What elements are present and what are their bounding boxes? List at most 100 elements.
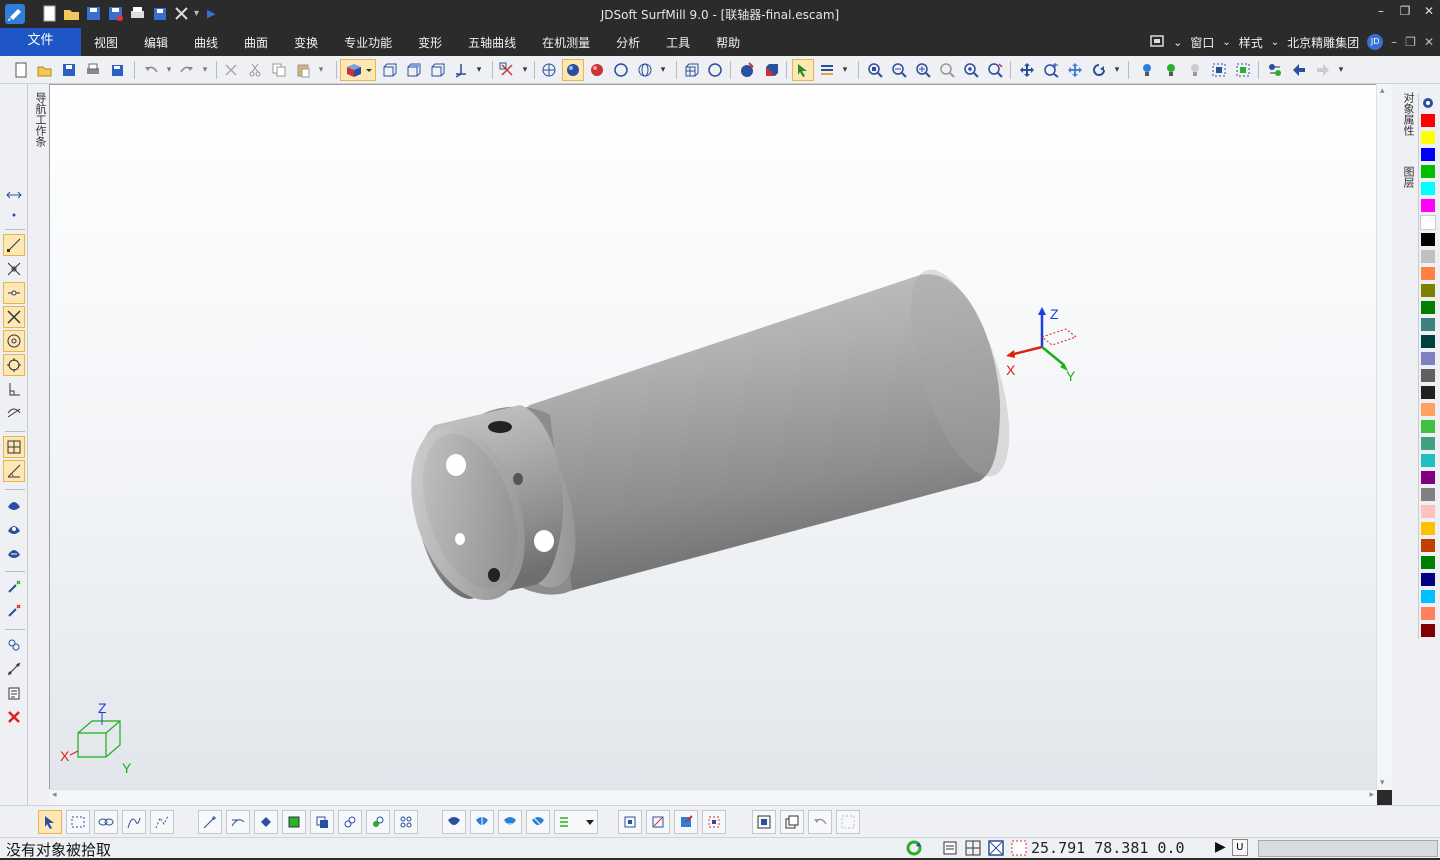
edit-tool-1-icon[interactable] — [198, 810, 222, 834]
view-top-icon[interactable] — [402, 59, 424, 81]
coordinate-system-icon[interactable] — [496, 59, 518, 81]
zoom-dynamic-icon[interactable] — [1040, 59, 1062, 81]
circle-outline-icon[interactable] — [704, 59, 726, 81]
color-swatch[interactable] — [1421, 420, 1435, 433]
menu-view[interactable]: 视图 — [81, 28, 131, 56]
zoom-in-icon[interactable] — [912, 59, 934, 81]
layer-status-icon[interactable] — [941, 839, 959, 857]
pick-add-icon[interactable] — [3, 576, 25, 598]
surface-tool-1-icon[interactable] — [3, 494, 25, 516]
snap-toggle-icon[interactable] — [3, 184, 25, 206]
play-icon[interactable]: ▶ — [1215, 839, 1226, 856]
red-sphere-icon[interactable] — [586, 59, 608, 81]
nav-dropdown-icon[interactable]: ▾ — [1336, 59, 1346, 81]
view-front-icon[interactable] — [378, 59, 400, 81]
edit-tool-5-icon[interactable] — [310, 810, 334, 834]
render-box-icon[interactable] — [760, 59, 782, 81]
chevron-down-icon[interactable]: ⌄ — [1222, 37, 1230, 48]
model-canvas[interactable]: Z X Y Z X Y — [50, 85, 1392, 790]
color-swatch[interactable] — [1421, 403, 1435, 416]
zoom-all-icon[interactable] — [960, 59, 982, 81]
palette-settings-icon[interactable] — [1421, 96, 1435, 110]
restore-button[interactable]: ❐ — [1398, 4, 1412, 18]
save-all-icon[interactable] — [106, 59, 128, 81]
transform-4-icon[interactable] — [702, 810, 726, 834]
fullscreen-icon[interactable] — [1149, 34, 1165, 51]
nav-workbar-tab[interactable]: 导航工作条 — [28, 84, 48, 174]
color-swatch[interactable] — [1421, 165, 1435, 178]
forward-arrow-icon[interactable] — [1312, 59, 1334, 81]
grid-status-icon[interactable] — [964, 839, 982, 857]
snap-endpoint-icon[interactable] — [3, 234, 25, 256]
color-swatch[interactable] — [1421, 352, 1435, 365]
layers-tab[interactable]: 图层 — [1398, 166, 1416, 188]
surface-op-1-icon[interactable] — [442, 810, 466, 834]
view-op-1-icon[interactable] — [752, 810, 776, 834]
shade-mode-icon[interactable] — [538, 59, 560, 81]
transform-1-icon[interactable] — [618, 810, 642, 834]
jd-badge[interactable]: JD — [1367, 34, 1384, 50]
undo-dropdown-icon[interactable]: ▾ — [164, 59, 174, 81]
zoom-window-icon[interactable] — [864, 59, 886, 81]
delete-icon[interactable] — [220, 59, 242, 81]
menu-analysis[interactable]: 分析 — [603, 28, 653, 56]
color-swatch[interactable] — [1421, 250, 1435, 263]
view-axis-icon[interactable] — [450, 59, 472, 81]
edit-curve-icon[interactable] — [3, 658, 25, 680]
rotate-view-icon[interactable] — [1064, 59, 1086, 81]
snap-grid-icon[interactable] — [3, 436, 25, 458]
color-swatch[interactable] — [1421, 505, 1435, 518]
menu-transform[interactable]: 变换 — [281, 28, 331, 56]
globe-icon[interactable] — [634, 59, 656, 81]
shade-dropdown-icon[interactable]: ▾ — [658, 59, 668, 81]
render-sphere-icon[interactable] — [736, 59, 758, 81]
color-swatch[interactable] — [1421, 284, 1435, 297]
redo-dropdown-icon[interactable]: ▾ — [200, 59, 210, 81]
menu-special-functions[interactable]: 专业功能 — [331, 28, 405, 56]
menu-deform[interactable]: 变形 — [405, 28, 455, 56]
frame-select-icon[interactable] — [1208, 59, 1230, 81]
coupling-model[interactable] — [391, 259, 1030, 615]
paste-dropdown-icon[interactable]: ▾ — [316, 59, 326, 81]
surface-op-4-icon[interactable] — [526, 810, 550, 834]
view-side-icon[interactable] — [426, 59, 448, 81]
light-green-icon[interactable] — [1160, 59, 1182, 81]
undo-icon[interactable] — [140, 59, 162, 81]
ortho-status-icon[interactable] — [987, 839, 1005, 857]
print-icon[interactable] — [82, 59, 104, 81]
menu-tools[interactable]: 工具 — [653, 28, 703, 56]
new-icon[interactable] — [10, 59, 32, 81]
color-swatch[interactable] — [1421, 607, 1435, 620]
color-swatch[interactable] — [1421, 199, 1435, 212]
transform-3-icon[interactable] — [674, 810, 698, 834]
chevron-down-icon[interactable]: ⌄ — [1173, 36, 1182, 49]
refresh-icon[interactable] — [905, 839, 923, 857]
menu-five-axis-curve[interactable]: 五轴曲线 — [455, 28, 529, 56]
snap-perpendicular-icon[interactable] — [3, 378, 25, 400]
menu-onmachine-measure[interactable]: 在机测量 — [529, 28, 603, 56]
surface-tool-3-icon[interactable] — [3, 542, 25, 564]
surface-op-3-icon[interactable] — [498, 810, 522, 834]
snap-status-icon[interactable] — [1010, 839, 1028, 857]
edit-tool-7-icon[interactable] — [366, 810, 390, 834]
transform-2-icon[interactable] — [646, 810, 670, 834]
snap-tangent-icon[interactable] — [3, 402, 25, 424]
select-curve-icon[interactable] — [122, 810, 146, 834]
snap-angle-icon[interactable] — [3, 460, 25, 482]
frame-green-icon[interactable] — [1232, 59, 1254, 81]
menu-file[interactable]: 文件 — [0, 28, 81, 56]
color-swatch[interactable] — [1421, 454, 1435, 467]
scroll-right-icon[interactable]: ▸ — [1369, 790, 1374, 800]
orbit-icon[interactable] — [1088, 59, 1110, 81]
light-blue-icon[interactable] — [1136, 59, 1158, 81]
color-swatch[interactable] — [1421, 301, 1435, 314]
edit-tool-3-icon[interactable] — [254, 810, 278, 834]
color-swatch[interactable] — [1421, 437, 1435, 450]
scroll-up-icon[interactable]: ▴ — [1380, 86, 1385, 96]
doc-close-button[interactable]: ✕ — [1424, 35, 1434, 49]
color-swatch[interactable] — [1421, 131, 1435, 144]
color-swatch[interactable] — [1421, 573, 1435, 586]
snap-midpoint-icon[interactable] — [3, 258, 25, 280]
view-op-2-icon[interactable] — [780, 810, 804, 834]
edit-tool-6-icon[interactable] — [338, 810, 362, 834]
